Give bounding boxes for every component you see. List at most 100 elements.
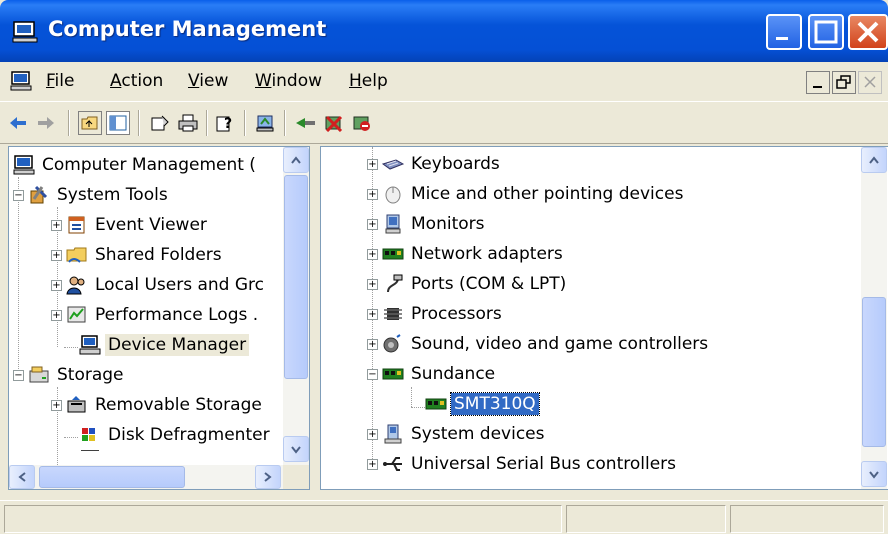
expand-icon[interactable]: + bbox=[51, 249, 62, 261]
scan-hardware-icon bbox=[256, 115, 274, 132]
forward-arrow-icon bbox=[38, 117, 54, 129]
processor-icon bbox=[384, 308, 402, 320]
expand-icon[interactable]: + bbox=[367, 278, 378, 290]
vertical-scrollbar[interactable] bbox=[283, 147, 309, 465]
tree-item-disk-defragmenter[interactable]: Disk Defragmenter bbox=[79, 420, 273, 450]
device-category-monitors[interactable]: + Monitors bbox=[367, 209, 487, 239]
device-category-keyboards[interactable]: + Keyboards bbox=[367, 149, 503, 179]
computer-management-icon[interactable] bbox=[10, 71, 32, 91]
uninstall-button[interactable] bbox=[322, 111, 346, 135]
scroll-corner bbox=[283, 465, 309, 489]
expand-icon[interactable]: + bbox=[367, 428, 378, 440]
help-button[interactable]: ? bbox=[214, 111, 238, 135]
mdi-minimize-button[interactable] bbox=[806, 71, 830, 94]
device-category-mice[interactable]: + Mice and other pointing devices bbox=[367, 179, 686, 209]
tree-item-system-tools[interactable]: − System Tools bbox=[13, 180, 171, 210]
disable-button[interactable] bbox=[350, 111, 374, 135]
menu-action[interactable]: Action bbox=[110, 71, 163, 91]
expand-icon[interactable]: + bbox=[51, 309, 62, 321]
mdi-restore-button[interactable] bbox=[832, 71, 856, 94]
usb-icon bbox=[383, 457, 402, 471]
print-button[interactable] bbox=[176, 111, 200, 135]
update-driver-button[interactable] bbox=[294, 111, 318, 135]
device-tree-pane[interactable]: + Keyboards + Mice and other pointing de… bbox=[320, 146, 888, 490]
device-smt310q[interactable]: SMT310Q bbox=[425, 389, 540, 419]
expand-icon[interactable]: + bbox=[367, 308, 378, 320]
tree-item-shared-folders[interactable]: + Shared Folders bbox=[51, 240, 225, 270]
window-title: Computer Management bbox=[48, 17, 327, 41]
menu-bar: File Action View Window Help bbox=[0, 62, 888, 102]
minimize-icon bbox=[776, 37, 788, 40]
update-driver-icon bbox=[296, 118, 315, 128]
tree-item-removable-storage[interactable]: + Removable Storage bbox=[51, 390, 265, 420]
menu-view[interactable]: View bbox=[188, 71, 228, 91]
expand-icon[interactable]: + bbox=[367, 248, 378, 260]
scroll-thumb[interactable] bbox=[862, 297, 886, 447]
device-category-usb[interactable]: + Universal Serial Bus controllers bbox=[367, 449, 679, 479]
disk-management-icon bbox=[81, 450, 99, 451]
mdi-close-button[interactable] bbox=[858, 71, 882, 94]
close-button[interactable] bbox=[848, 14, 888, 50]
forward-button[interactable] bbox=[34, 111, 58, 135]
tree-item-storage[interactable]: − Storage bbox=[13, 360, 127, 390]
device-category-system-devices[interactable]: + System devices bbox=[367, 419, 548, 449]
device-category-network-adapters[interactable]: + Network adapters bbox=[367, 239, 566, 269]
device-category-label: Sound, video and game controllers bbox=[411, 334, 709, 354]
console-tree-pane[interactable]: Computer Management ( − System Tools + E… bbox=[8, 146, 310, 490]
tree-item-device-manager[interactable]: Device Manager bbox=[79, 330, 250, 360]
expand-icon[interactable]: + bbox=[367, 458, 378, 470]
scroll-down-button[interactable] bbox=[861, 461, 887, 487]
device-category-label: Keyboards bbox=[411, 154, 500, 174]
collapse-icon[interactable]: − bbox=[13, 189, 24, 201]
scroll-down-button[interactable] bbox=[283, 436, 309, 462]
tree-item-performance-logs[interactable]: + Performance Logs . bbox=[51, 300, 261, 330]
expand-icon[interactable]: + bbox=[367, 218, 378, 230]
device-category-sundance[interactable]: − Sundance bbox=[367, 359, 498, 389]
scroll-right-button[interactable] bbox=[255, 465, 281, 489]
menu-file[interactable]: File bbox=[46, 71, 74, 91]
expand-icon[interactable]: + bbox=[367, 188, 378, 200]
expand-icon[interactable]: + bbox=[51, 219, 62, 231]
status-cell-tertiary bbox=[730, 505, 884, 533]
minimize-button[interactable] bbox=[766, 14, 802, 50]
menu-help[interactable]: Help bbox=[349, 71, 388, 91]
horizontal-scrollbar[interactable] bbox=[9, 465, 283, 489]
chevron-right-icon bbox=[264, 472, 272, 482]
device-category-sound[interactable]: + Sound, video and game controllers bbox=[367, 329, 711, 359]
tree-item-label: Event Viewer bbox=[95, 215, 207, 235]
vertical-scrollbar[interactable] bbox=[861, 147, 887, 489]
collapse-icon[interactable]: − bbox=[13, 369, 24, 381]
toolbar-separator bbox=[284, 110, 286, 136]
properties-button[interactable] bbox=[148, 111, 172, 135]
expand-icon[interactable]: + bbox=[367, 338, 378, 350]
scroll-up-button[interactable] bbox=[861, 147, 887, 173]
device-category-label: System devices bbox=[411, 424, 545, 444]
device-category-processors[interactable]: + Processors bbox=[367, 299, 505, 329]
device-category-ports[interactable]: + Ports (COM & LPT) bbox=[367, 269, 569, 299]
tree-item-local-users[interactable]: + Local Users and Grc bbox=[51, 270, 267, 300]
scroll-up-button[interactable] bbox=[283, 147, 309, 173]
show-hide-tree-button[interactable] bbox=[106, 111, 130, 135]
scroll-thumb[interactable] bbox=[39, 466, 185, 488]
back-button[interactable] bbox=[6, 111, 30, 135]
monitor-icon bbox=[385, 214, 401, 234]
tree-item-label: Disk Defragmenter bbox=[108, 425, 270, 445]
collapse-icon[interactable]: − bbox=[367, 368, 378, 380]
device-category-label: Mice and other pointing devices bbox=[411, 184, 684, 204]
menu-window[interactable]: Window bbox=[255, 71, 322, 91]
scan-hardware-button[interactable] bbox=[254, 111, 278, 135]
device-manager-icon bbox=[79, 335, 101, 355]
scroll-thumb[interactable] bbox=[284, 175, 308, 379]
tree-item-computer-management[interactable]: Computer Management ( bbox=[13, 150, 259, 180]
expand-icon[interactable]: + bbox=[51, 279, 62, 291]
tree-item-event-viewer[interactable]: + Event Viewer bbox=[51, 210, 210, 240]
folder-icon bbox=[66, 247, 87, 263]
maximize-button[interactable] bbox=[808, 14, 844, 50]
up-level-button[interactable] bbox=[78, 111, 102, 135]
expand-icon[interactable]: + bbox=[51, 399, 62, 411]
scroll-left-button[interactable] bbox=[9, 465, 35, 489]
disable-icon bbox=[353, 116, 370, 131]
title-bar[interactable]: Computer Management bbox=[0, 0, 888, 62]
expand-icon[interactable]: + bbox=[367, 158, 378, 170]
toolbar-separator bbox=[68, 110, 70, 136]
